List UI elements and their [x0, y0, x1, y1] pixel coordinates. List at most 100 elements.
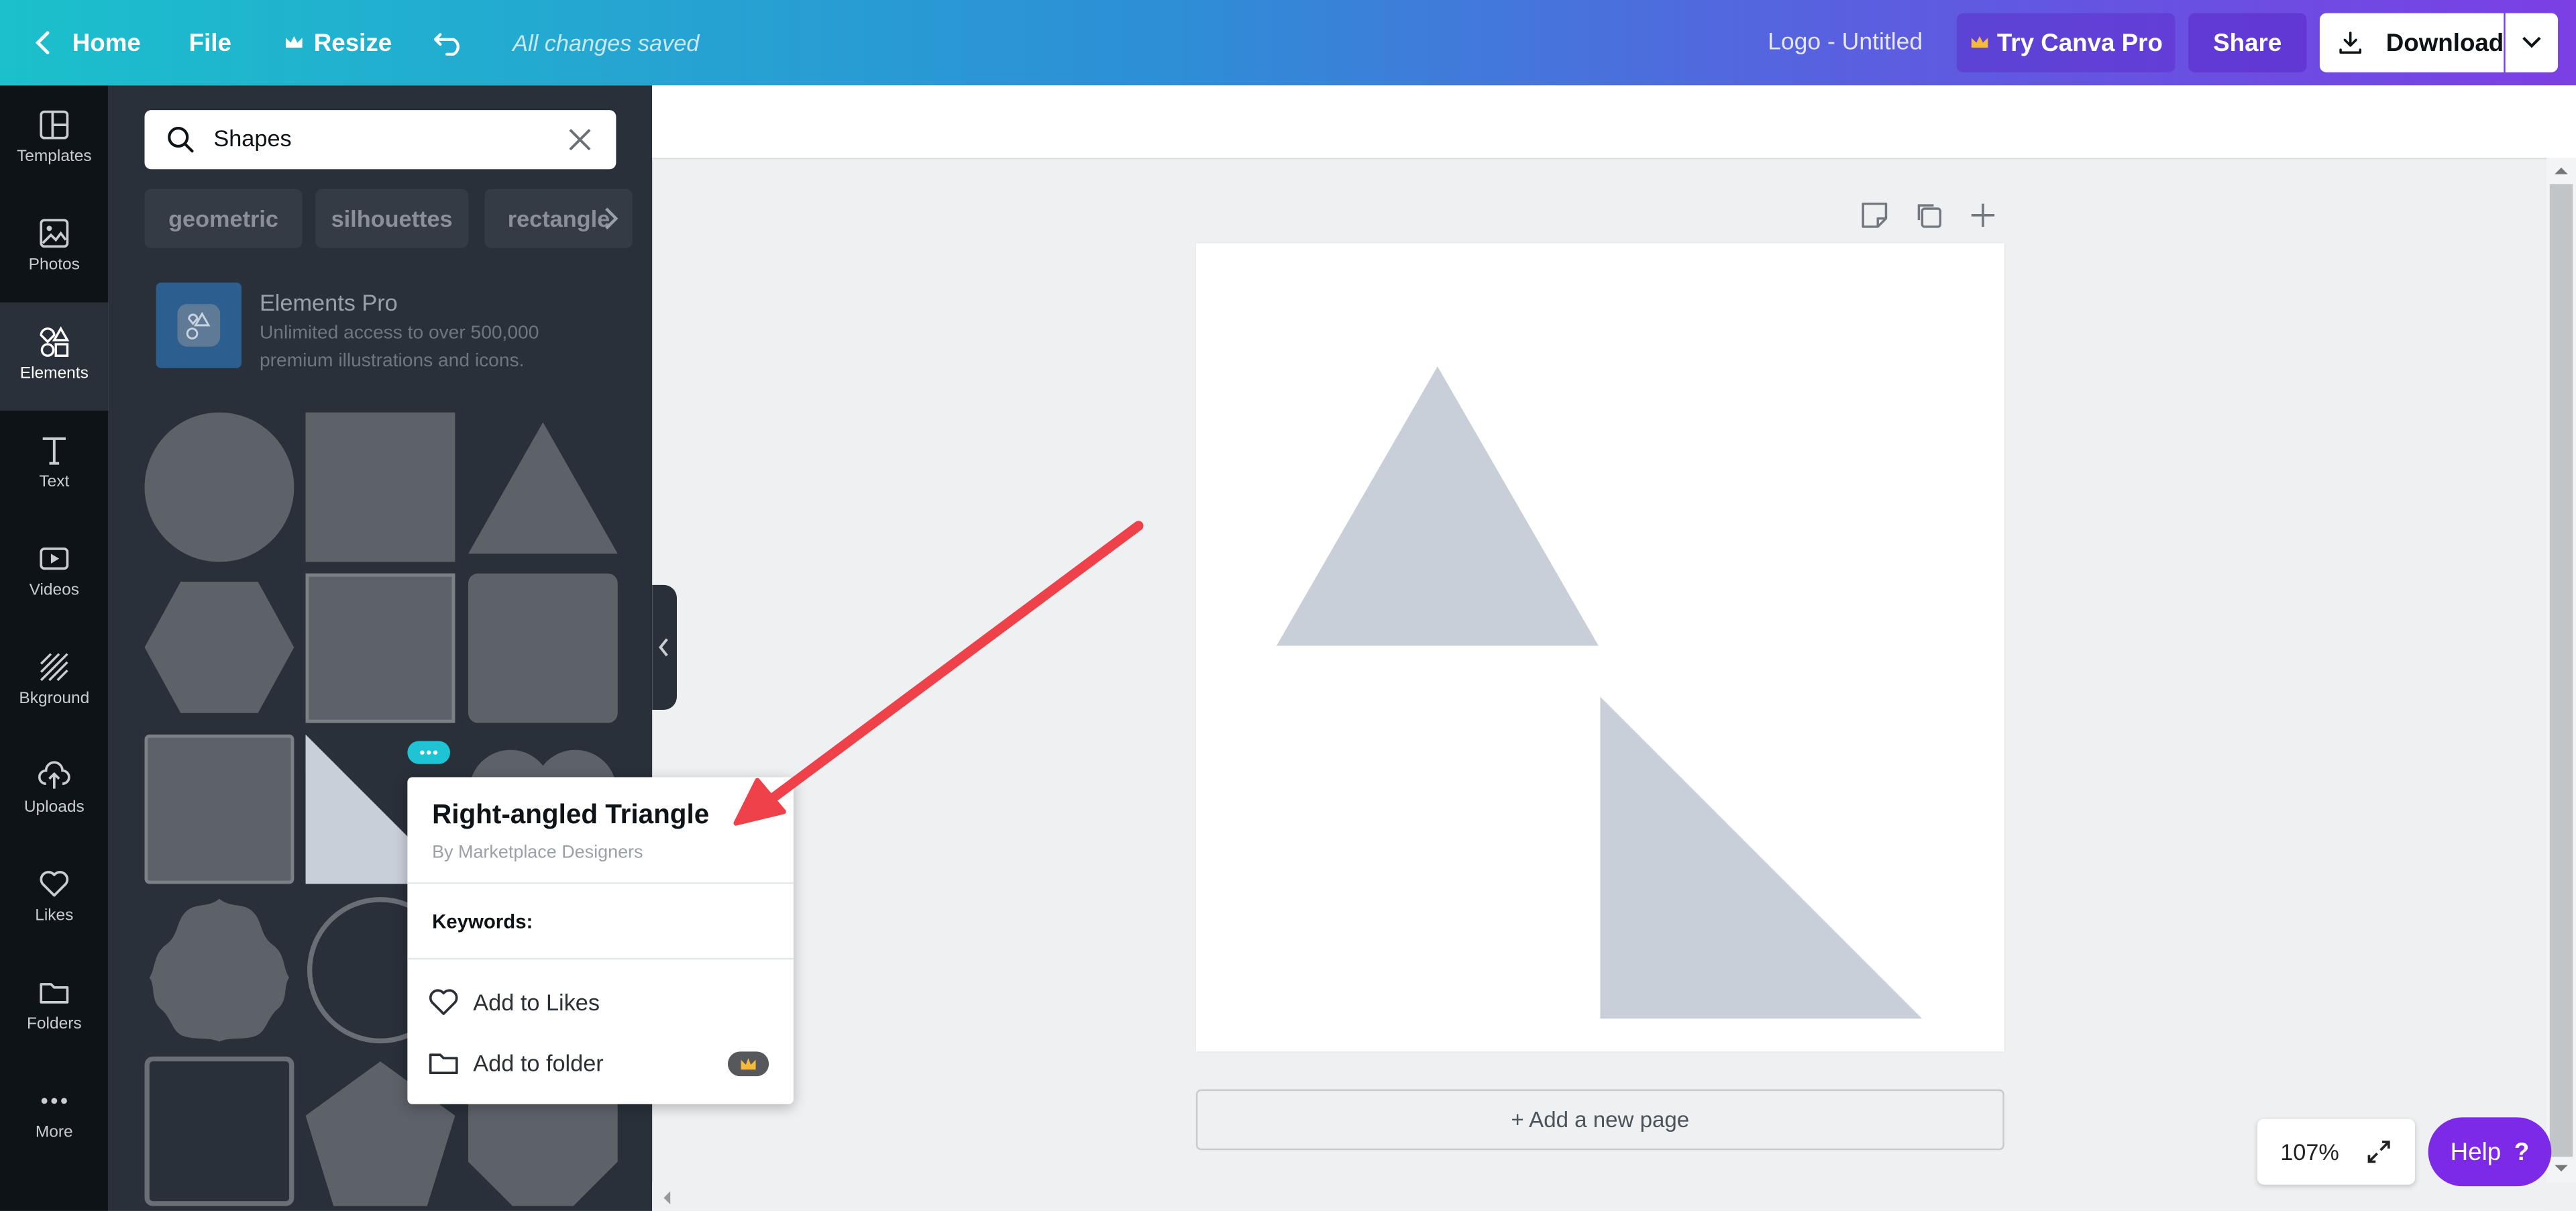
triangle-shape[interactable] — [468, 422, 618, 554]
document-title[interactable]: Logo - Untitled — [1768, 0, 1923, 85]
heart-icon — [429, 989, 458, 1015]
rail-item-photos[interactable]: Photos — [0, 194, 109, 303]
chip-silhouettes[interactable]: silhouettes — [315, 189, 468, 248]
triangle-element[interactable] — [1276, 366, 1599, 646]
resize-button[interactable]: Resize — [284, 0, 392, 85]
download-icon — [2339, 32, 2362, 54]
crown-icon — [286, 36, 303, 48]
download-label: Download — [2385, 28, 2504, 57]
file-label: File — [189, 28, 231, 57]
download-button[interactable]: Download — [2319, 13, 2504, 72]
rail-item-videos[interactable]: Videos — [0, 519, 109, 628]
hexagon-shape[interactable] — [144, 581, 294, 713]
scroll-left-icon[interactable] — [662, 1190, 672, 1206]
search-input[interactable] — [210, 123, 546, 153]
photos-icon — [40, 219, 69, 248]
folder-icon — [40, 983, 69, 1004]
templates-icon — [40, 110, 69, 140]
chip-label: geometric — [168, 205, 278, 232]
elements-icon — [40, 326, 70, 357]
rail-item-elements[interactable]: Elements — [0, 302, 109, 411]
chips-scroll-right-icon[interactable] — [603, 207, 619, 230]
add-to-folder-label: Add to folder — [473, 1049, 604, 1077]
search-box — [144, 110, 616, 170]
rail-label: Folders — [26, 1015, 82, 1034]
file-menu-button[interactable]: File — [189, 0, 231, 85]
more-dots-icon — [420, 750, 438, 755]
download-options-button[interactable] — [2505, 13, 2559, 72]
undo-icon — [433, 33, 460, 56]
page-notes-icon[interactable] — [1860, 201, 1889, 230]
rail-label: Bkground — [19, 690, 90, 708]
side-nav-rail: Templates Photos Elements Text Videos Bk… — [0, 85, 109, 1211]
top-bar: Home File Resize All changes saved Logo … — [0, 0, 2576, 86]
rail-label: Videos — [29, 581, 80, 600]
badge-shape[interactable] — [145, 896, 294, 1045]
rail-item-text[interactable]: Text — [0, 411, 109, 519]
zoom-control[interactable]: 107% — [2257, 1118, 2416, 1185]
chip-geometric[interactable]: geometric — [144, 189, 303, 248]
rail-label: Text — [39, 473, 70, 492]
save-status: All changes saved — [513, 30, 700, 56]
more-options-button[interactable] — [407, 741, 451, 764]
popover-author[interactable]: By Marketplace Designers — [432, 843, 643, 862]
scroll-down-icon[interactable] — [2553, 1163, 2569, 1173]
design-page[interactable] — [1195, 243, 2004, 1052]
rail-item-more[interactable]: More — [0, 1061, 109, 1170]
add-to-likes-label: Add to Likes — [473, 989, 600, 1016]
duplicate-page-icon[interactable] — [1914, 201, 1943, 230]
text-icon — [42, 437, 66, 465]
add-to-folder-button[interactable]: Add to folder — [427, 1039, 774, 1088]
outline-rounded-square-shape[interactable] — [144, 1056, 294, 1206]
rail-label: Uploads — [23, 798, 85, 817]
resize-label: Resize — [313, 28, 392, 57]
share-label: Share — [2213, 28, 2282, 57]
elements-pro-description: Unlimited access to over 500,000 premium… — [259, 323, 539, 372]
outlined-square-shape[interactable] — [305, 573, 455, 723]
rail-item-likes[interactable]: Likes — [0, 845, 109, 953]
try-pro-label: Try Canva Pro — [1996, 28, 2163, 57]
question-mark-icon: ? — [2514, 1137, 2530, 1166]
vertical-scrollbar[interactable] — [2546, 158, 2576, 1183]
zoom-value[interactable]: 107% — [2280, 1139, 2339, 1165]
circle-shape[interactable] — [144, 412, 294, 562]
help-button[interactable]: Help ? — [2428, 1117, 2552, 1187]
uploads-icon — [38, 761, 70, 789]
add-page-icon[interactable] — [1968, 201, 1998, 230]
shapes-badge-icon — [177, 304, 221, 347]
divider — [407, 957, 794, 960]
background-icon — [40, 653, 68, 682]
horizontal-scrollbar[interactable] — [652, 1183, 2546, 1211]
more-icon — [41, 1098, 67, 1104]
rail-item-folders[interactable]: Folders — [0, 953, 109, 1061]
crown-icon — [741, 1058, 756, 1070]
scroll-up-icon[interactable] — [2553, 166, 2569, 176]
rail-item-templates[interactable]: Templates — [0, 85, 109, 194]
undo-button[interactable] — [432, 0, 465, 85]
help-label: Help — [2450, 1137, 2502, 1166]
rail-label: Templates — [16, 148, 92, 166]
rounded-square-shape[interactable] — [468, 573, 618, 723]
clear-search-icon[interactable] — [568, 128, 591, 151]
bordered-square-shape[interactable] — [144, 734, 294, 884]
popover-title: Right-angled Triangle — [432, 800, 710, 830]
home-button[interactable]: Home — [33, 0, 141, 85]
context-toolbar — [652, 85, 2576, 160]
collapse-panel-button[interactable] — [652, 584, 677, 710]
rail-item-uploads[interactable]: Uploads — [0, 736, 109, 845]
add-to-likes-button[interactable]: Add to Likes — [427, 978, 774, 1026]
elements-pro-title: Elements Pro — [259, 289, 398, 316]
rail-item-background[interactable]: Bkground — [0, 628, 109, 737]
crown-icon — [1970, 36, 1988, 48]
scrollbar-thumb[interactable] — [2549, 184, 2573, 1157]
folder-icon — [429, 1053, 458, 1075]
share-button[interactable]: Share — [2188, 13, 2307, 72]
chevron-left-icon — [35, 31, 50, 54]
rail-label: Elements — [19, 364, 89, 383]
try-canva-pro-button[interactable]: Try Canva Pro — [1956, 13, 2176, 72]
rail-label: More — [35, 1124, 73, 1143]
fullscreen-icon[interactable] — [2366, 1139, 2392, 1165]
add-new-page-button[interactable]: + Add a new page — [1195, 1089, 2004, 1151]
square-shape[interactable] — [305, 412, 455, 562]
right-angled-triangle-element[interactable] — [1600, 696, 1923, 1019]
